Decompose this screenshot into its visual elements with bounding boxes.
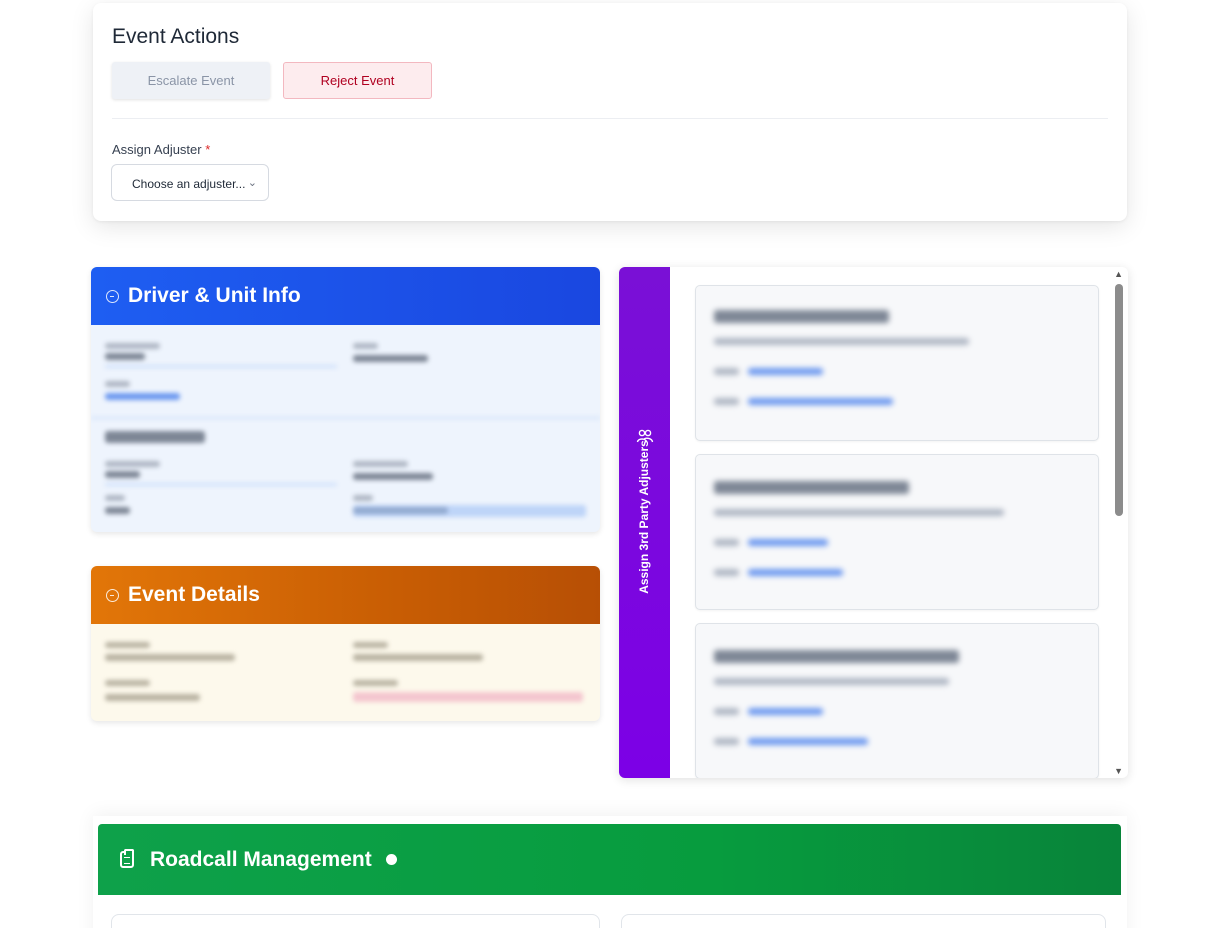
driver-unit-info-header: Driver & Unit Info: [91, 267, 600, 325]
event-actions-title: Event Actions: [112, 25, 240, 48]
driver-unit-info-body: [91, 325, 600, 532]
adjuster-list-item[interactable]: [695, 454, 1099, 610]
roadcall-right-card: [621, 914, 1106, 928]
info-circle-icon: [106, 289, 119, 303]
adjuster-list-item[interactable]: [695, 623, 1099, 778]
assign-adjuster-label: Assign Adjuster *: [112, 142, 210, 157]
reject-event-button[interactable]: Reject Event: [283, 62, 432, 99]
adjuster-list: [695, 285, 1101, 778]
adjuster-select[interactable]: Choose an adjuster... ⌄: [111, 164, 269, 201]
clipboard-icon: [120, 849, 134, 868]
scroll-up-arrow-icon[interactable]: ▲: [1114, 269, 1123, 279]
roadcall-management-title: Roadcall Management: [150, 847, 372, 871]
escalate-event-button[interactable]: Escalate Event: [112, 62, 270, 99]
event-actions-card: Event Actions Escalate Event Reject Even…: [93, 3, 1127, 221]
driver-unit-info-title: Driver & Unit Info: [128, 284, 301, 307]
event-details-header: Event Details: [91, 566, 600, 624]
assign-adjuster-label-text: Assign Adjuster: [112, 142, 202, 157]
third-party-adjusters-panel: Assign 3rd Party Adjusters ▲ ▼: [619, 267, 1128, 778]
status-dot: [385, 854, 397, 865]
event-details-card: Event Details: [91, 566, 600, 721]
scrollbar-thumb[interactable]: [1115, 284, 1123, 516]
event-details-title: Event Details: [128, 583, 260, 606]
adjuster-select-value: Choose an adjuster...: [132, 177, 246, 191]
adjuster-list-item[interactable]: [695, 285, 1099, 441]
roadcall-left-card: [111, 914, 600, 928]
info-circle-icon: [106, 588, 119, 602]
roadcall-management-header: Roadcall Management: [98, 824, 1121, 895]
chevron-down-icon: ⌄: [247, 177, 257, 189]
required-asterisk: *: [205, 142, 211, 157]
scroll-down-arrow-icon[interactable]: ▼: [1114, 766, 1123, 776]
event-details-body: [91, 624, 600, 721]
driver-unit-info-card: Driver & Unit Info: [91, 267, 600, 532]
assign-adjusters-tab-label: Assign 3rd Party Adjusters: [637, 440, 651, 594]
adjuster-list-scrollbar[interactable]: ▲ ▼: [1112, 267, 1126, 778]
divider: [112, 118, 1108, 119]
assign-adjusters-tab[interactable]: Assign 3rd Party Adjusters: [619, 267, 670, 778]
